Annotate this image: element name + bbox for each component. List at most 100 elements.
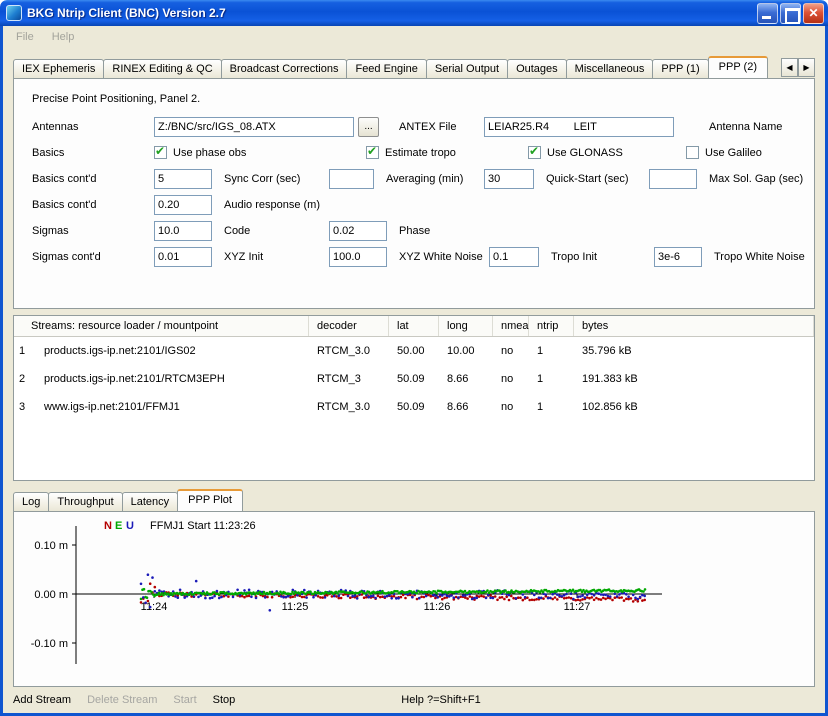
header-bytes[interactable]: bytes <box>574 316 814 336</box>
tab[interactable]: Serial Output <box>426 59 508 78</box>
checkbox-label: Use Galileo <box>705 147 762 159</box>
field-input[interactable] <box>484 169 534 189</box>
stream-row[interactable]: 3 www.igs-ip.net:2101/FFMJ1 RTCM_3.0 50.… <box>14 393 814 421</box>
cell-bytes: 191.383 kB <box>574 373 814 385</box>
cell-mountpoint: products.igs-ip.net:2101/RTCM3EPH <box>32 373 309 385</box>
stream-row[interactable]: 1 products.igs-ip.net:2101/IGS02 RTCM_3.… <box>14 337 814 365</box>
menu-file[interactable]: File <box>7 28 43 46</box>
field-input[interactable] <box>154 221 212 241</box>
tab[interactable]: PPP (2) <box>708 56 768 78</box>
form-field: Tropo White Noise <box>654 247 805 267</box>
tab[interactable]: Broadcast Corrections <box>221 59 348 78</box>
header-ntrip[interactable]: ntrip <box>529 316 574 336</box>
sigmas-row: Sigmas Code Phase <box>14 218 814 244</box>
field-label: Quick-Start (sec) <box>546 173 649 185</box>
field-input[interactable] <box>654 247 702 267</box>
bnc-window: BKG Ntrip Client (BNC) Version 2.7 File … <box>0 0 828 716</box>
stream-row[interactable]: 2 products.igs-ip.net:2101/RTCM3EPH RTCM… <box>14 365 814 393</box>
cell-bytes: 35.796 kB <box>574 345 814 357</box>
field-label: XYZ Init <box>224 251 329 263</box>
tab-scroll-right-icon[interactable]: ▶ <box>798 58 815 77</box>
menu-help[interactable]: Help <box>43 28 84 46</box>
header-long[interactable]: long <box>439 316 493 336</box>
maximize-button[interactable] <box>780 3 801 24</box>
tab-label: PPP (1) <box>661 63 699 75</box>
cell-nmea: no <box>493 345 529 357</box>
titlebar[interactable]: BKG Ntrip Client (BNC) Version 2.7 <box>0 0 828 26</box>
checkbox[interactable] <box>528 146 541 159</box>
delete-stream-button[interactable]: Delete Stream <box>87 694 157 706</box>
field-label: Phase <box>399 225 430 237</box>
cell-lat: 50.09 <box>389 373 439 385</box>
header-lat[interactable]: lat <box>389 316 439 336</box>
field-label: Max Sol. Gap (sec) <box>709 173 803 185</box>
tab-scroll-buttons: ◀ ▶ <box>781 58 815 77</box>
checkbox-label: Use phase obs <box>173 147 246 159</box>
field-input[interactable] <box>154 195 212 215</box>
row-number: 2 <box>14 373 32 385</box>
tab[interactable]: Feed Engine <box>346 59 426 78</box>
header-mountpoint[interactable]: Streams: resource loader / mountpoint <box>14 316 309 336</box>
cell-decoder: RTCM_3.0 <box>309 401 389 413</box>
antenna-name-input[interactable] <box>484 117 674 137</box>
tab-scroll-left-icon[interactable]: ◀ <box>781 58 798 77</box>
checkbox[interactable] <box>686 146 699 159</box>
header-nmea[interactable]: nmea <box>493 316 529 336</box>
cell-nmea: no <box>493 373 529 385</box>
window-title: BKG Ntrip Client (BNC) Version 2.7 <box>27 6 757 20</box>
minimize-button[interactable] <box>757 3 778 24</box>
tab[interactable]: Outages <box>507 59 567 78</box>
menubar: File Help <box>3 26 825 48</box>
tab[interactable]: PPP Plot <box>177 489 243 511</box>
ppp-panel: Precise Point Positioning, Panel 2. Ante… <box>13 78 815 310</box>
svg-text:11:26: 11:26 <box>424 601 451 613</box>
ppp-plot: 0.10 m0.00 m-0.10 m11:2411:2511:2611:27N… <box>14 512 814 686</box>
field-input[interactable] <box>329 221 387 241</box>
row-number: 3 <box>14 401 32 413</box>
tab[interactable]: Throughput <box>48 492 122 511</box>
cell-long: 8.66 <box>439 401 493 413</box>
antex-file-label: ANTEX File <box>399 121 484 133</box>
svg-text:-0.10 m: -0.10 m <box>31 638 68 650</box>
tab[interactable]: RINEX Editing & QC <box>103 59 221 78</box>
field-input[interactable] <box>154 169 212 189</box>
tab[interactable]: Miscellaneous <box>566 59 654 78</box>
cell-mountpoint: products.igs-ip.net:2101/IGS02 <box>32 345 309 357</box>
checkbox-label: Estimate tropo <box>385 147 456 159</box>
streams-table-header: Streams: resource loader / mountpoint de… <box>14 316 814 337</box>
cell-nmea: no <box>493 401 529 413</box>
field-input[interactable] <box>329 169 374 189</box>
sigmas-contd-label: Sigmas cont'd <box>32 251 154 263</box>
cell-ntrip: 1 <box>529 345 574 357</box>
field-input[interactable] <box>649 169 697 189</box>
antex-path-input[interactable] <box>154 117 354 137</box>
field-label: Tropo White Noise <box>714 251 805 263</box>
field-input[interactable] <box>489 247 539 267</box>
stop-button[interactable]: Stop <box>213 694 236 706</box>
browse-button[interactable]: ... <box>358 117 379 137</box>
tab[interactable]: Log <box>13 492 49 511</box>
tab-label: PPP (2) <box>719 61 757 73</box>
checkbox-label: Use GLONASS <box>547 147 623 159</box>
add-stream-button[interactable]: Add Stream <box>13 694 71 706</box>
field-input[interactable] <box>154 247 212 267</box>
form-field: Code <box>154 221 329 241</box>
start-button[interactable]: Start <box>173 694 196 706</box>
tab[interactable]: Latency <box>122 492 179 511</box>
checkbox[interactable] <box>366 146 379 159</box>
row-number: 1 <box>14 345 32 357</box>
cell-bytes: 102.856 kB <box>574 401 814 413</box>
basics-contd-row: Basics cont'd Sync Corr (sec) Averaging … <box>14 166 814 192</box>
basics-contd2-label: Basics cont'd <box>32 199 154 211</box>
basics-label: Basics <box>32 147 154 159</box>
tab[interactable]: IEX Ephemeris <box>13 59 104 78</box>
header-decoder[interactable]: decoder <box>309 316 389 336</box>
checkbox[interactable] <box>154 146 167 159</box>
tab[interactable]: PPP (1) <box>652 59 708 78</box>
cell-lat: 50.09 <box>389 401 439 413</box>
close-button[interactable] <box>803 3 824 24</box>
field-input[interactable] <box>329 247 387 267</box>
tab-label: Feed Engine <box>355 63 417 75</box>
field-label: Sync Corr (sec) <box>224 173 329 185</box>
tab-label: Broadcast Corrections <box>230 63 339 75</box>
